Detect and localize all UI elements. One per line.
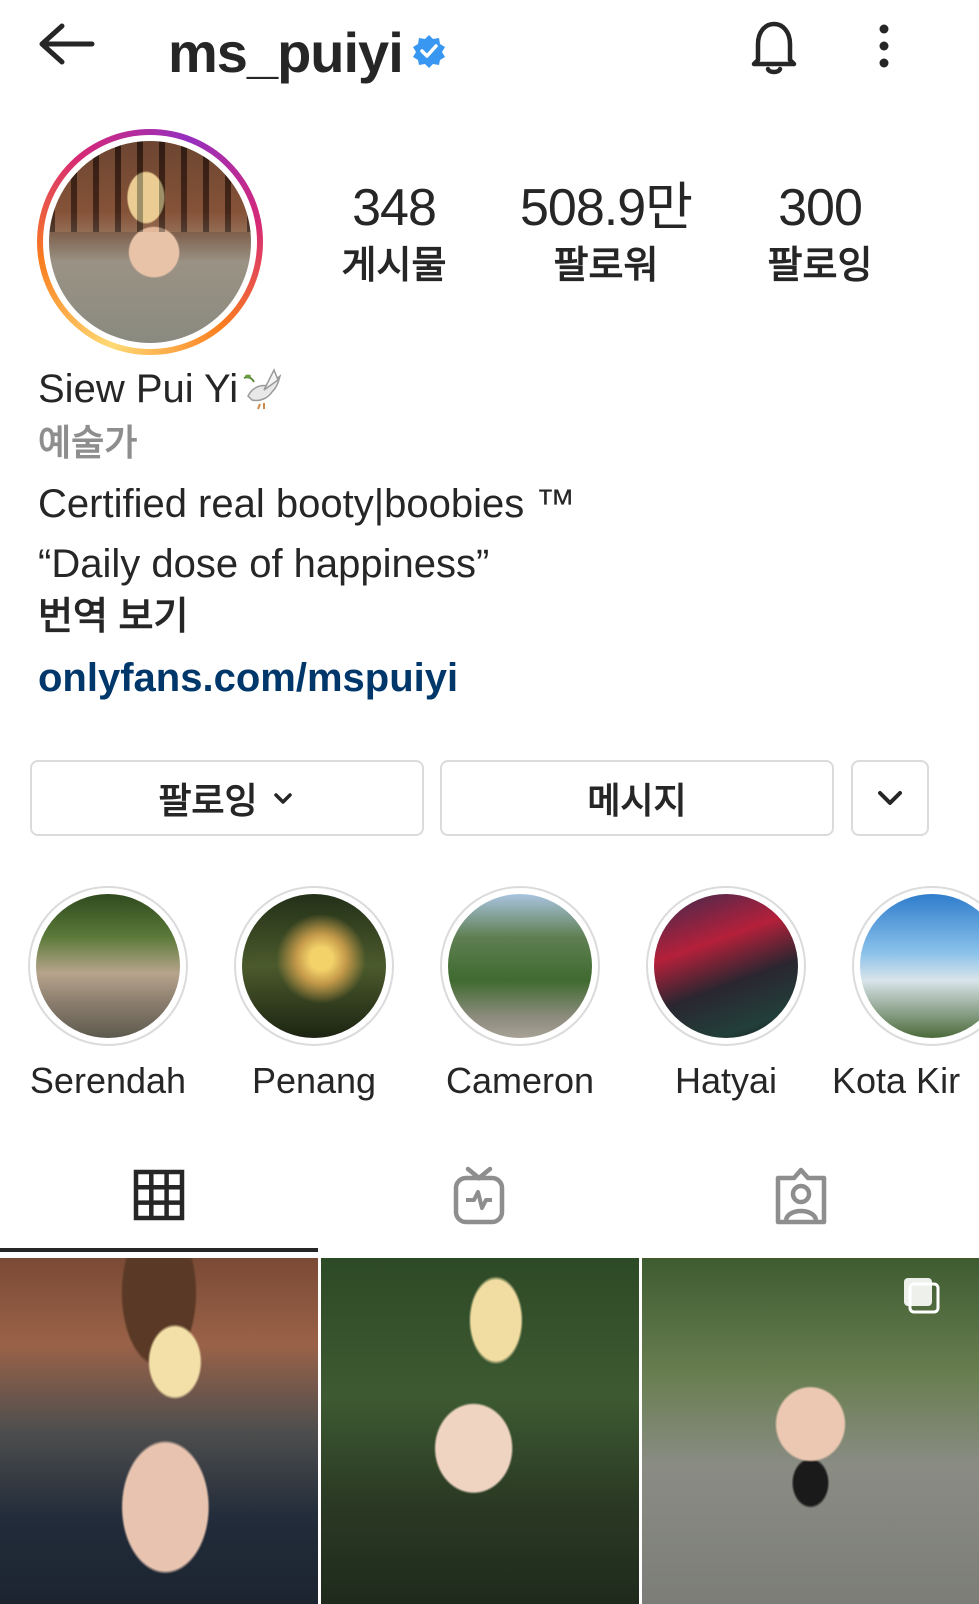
chevron-down-icon [273, 793, 292, 804]
highlight-cover [242, 894, 386, 1038]
tab-tagged[interactable] [766, 1164, 836, 1228]
carousel-icon [900, 1274, 942, 1316]
bell-icon [751, 21, 797, 75]
following-button-label: 팔로잉 [158, 780, 258, 821]
bio-line-1: Certified real booty|boobies ™ [38, 482, 576, 526]
arrow-left-icon [39, 23, 95, 65]
following-button[interactable]: 팔로잉 [30, 760, 424, 836]
username: ms_puiyi [168, 21, 404, 84]
highlight-cover [36, 894, 180, 1038]
posts-count-label: 게시물 [341, 245, 447, 287]
website-link[interactable]: onlyfans.com/mspuiyi [38, 652, 458, 704]
posts-count-value: 348 [352, 179, 437, 237]
notifications-button[interactable] [744, 16, 804, 76]
highlight-cover [654, 894, 798, 1038]
active-tab-indicator [0, 1248, 318, 1252]
avatar[interactable] [49, 141, 251, 343]
category-label: 예술가 [38, 422, 138, 463]
see-translation-link[interactable]: 번역 보기 [38, 592, 188, 642]
highlight-serendah[interactable]: Serendah [28, 886, 188, 1101]
message-button[interactable]: 메시지 [440, 760, 834, 836]
highlight-label: Penang [251, 1060, 377, 1101]
highlight-ring [646, 886, 806, 1046]
posts-count[interactable]: 348 게시물 [294, 176, 494, 292]
highlight-cameron[interactable]: Cameron [440, 886, 600, 1101]
tab-igtv[interactable] [444, 1164, 514, 1228]
following-count[interactable]: 300 팔로잉 [720, 176, 920, 292]
back-button[interactable] [36, 18, 100, 74]
post-thumbnail[interactable] [321, 1258, 639, 1604]
followers-count[interactable]: 508.9만 팔로워 [506, 176, 706, 292]
following-count-label: 팔로잉 [767, 245, 873, 287]
highlight-hatyai[interactable]: Hatyai [646, 886, 806, 1101]
highlight-ring [234, 886, 394, 1046]
tagged-icon [775, 1167, 827, 1225]
full-name: Siew Pui Yi [38, 367, 239, 411]
vertical-dots-icon [879, 24, 889, 68]
followers-count-value: 508.9만 [520, 179, 693, 237]
highlight-label: Hatyai [674, 1060, 778, 1101]
more-options-button[interactable] [866, 20, 902, 72]
highlight-ring [440, 886, 600, 1046]
highlight-ring [28, 886, 188, 1046]
verified-badge-icon [412, 34, 446, 68]
bio-line-2: “Daily dose of happiness” [38, 542, 490, 586]
highlight-penang[interactable]: Penang [234, 886, 394, 1101]
following-count-value: 300 [778, 179, 863, 237]
highlight-label: Cameron [445, 1060, 595, 1101]
followers-count-label: 팔로워 [553, 245, 659, 287]
chevron-down-icon [878, 791, 902, 805]
message-button-label: 메시지 [587, 780, 687, 821]
highlight-ring [852, 886, 979, 1046]
highlight-kota-kinabalu[interactable]: Kota Kir [832, 886, 979, 1101]
igtv-icon [453, 1166, 505, 1225]
highlight-label: Kota Kir [832, 1060, 961, 1101]
highlight-cover [860, 894, 979, 1038]
post-thumbnail[interactable] [0, 1258, 318, 1604]
grid-icon [133, 1169, 185, 1221]
suggested-accounts-button[interactable] [851, 760, 929, 836]
dove-emoji-icon [242, 366, 288, 410]
tab-posts-grid[interactable] [124, 1164, 194, 1228]
highlight-cover [448, 894, 592, 1038]
